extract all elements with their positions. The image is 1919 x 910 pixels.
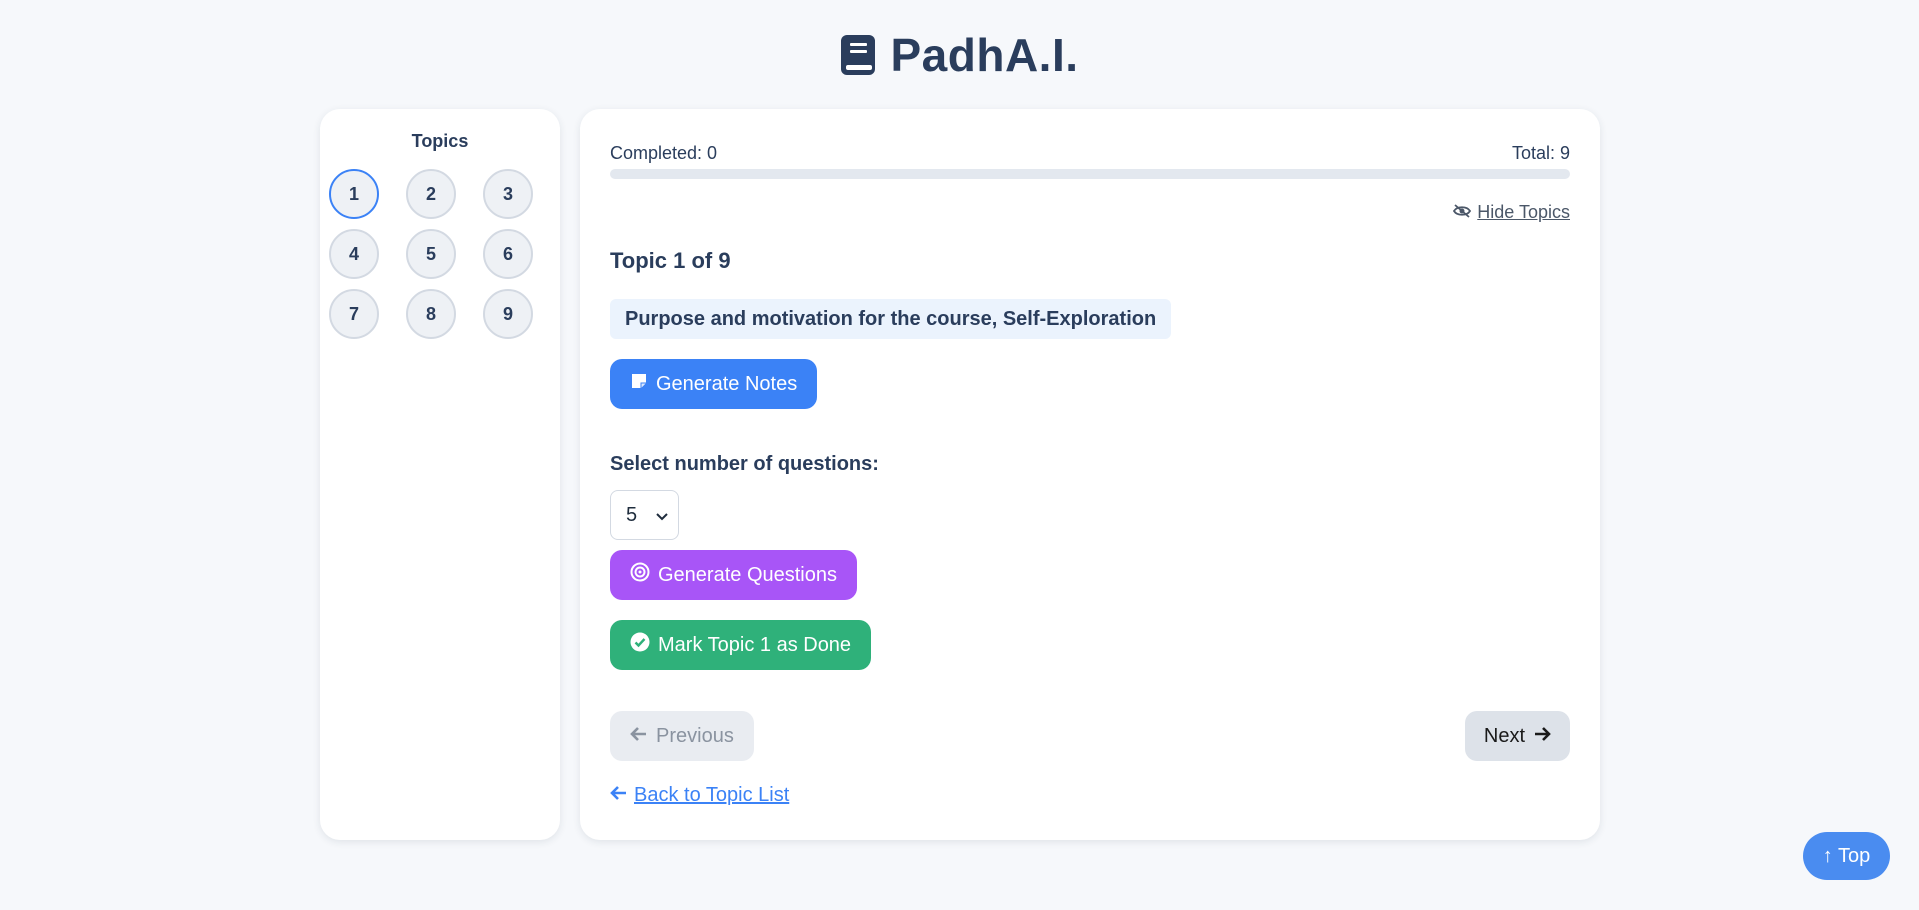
app-header: PadhA.I. [0,28,1919,82]
arrow-right-icon [1533,725,1551,748]
topic-card: Completed: 0 Total: 9 Hide Topics Topic … [580,109,1600,840]
generate-notes-button[interactable]: Generate Notes [610,359,818,409]
back-to-topic-list-link[interactable]: Back to Topic List [610,784,789,807]
mark-done-button[interactable]: Mark Topic 1 as Done [610,620,872,670]
topic-button-1[interactable]: 1 [329,169,379,219]
topic-button-5[interactable]: 5 [406,229,456,279]
topic-button-6[interactable]: 6 [483,229,533,279]
hide-topics-label: Hide Topics [1477,202,1570,222]
topic-button-4[interactable]: 4 [329,229,379,279]
generate-questions-button[interactable]: Generate Questions [610,550,857,600]
scroll-top-button[interactable]: ↑ Top [1803,832,1890,880]
sticky-note-icon [630,372,648,396]
check-circle-icon [630,632,650,658]
generate-questions-label: Generate Questions [658,563,837,586]
target-icon [630,562,650,588]
eye-slash-icon [1453,202,1472,223]
book-icon [840,33,876,77]
next-label: Next [1483,724,1525,747]
question-count-label: Select number of questions: [610,453,879,475]
sidebar-title: Topics [411,131,469,151]
app-title: PadhA.I. [890,29,1079,81]
next-button[interactable]: Next [1464,711,1570,761]
topic-title: Purpose and motivation for the course, S… [610,299,1172,339]
topic-button-8[interactable]: 8 [406,289,456,339]
question-count-value: 5 [626,503,638,526]
arrow-left-icon [610,784,628,807]
previous-button[interactable]: Previous [610,711,754,761]
topics-sidebar: Topics 1 2 3 4 5 6 7 8 9 [320,109,560,840]
topic-grid: 1 2 3 4 5 6 7 8 9 [329,169,533,339]
hide-topics-link[interactable]: Hide Topics [1453,202,1570,223]
topic-counter: Topic 1 of 9 [610,248,731,273]
arrow-left-icon [630,725,648,748]
topic-button-3[interactable]: 3 [483,169,533,219]
generate-notes-label: Generate Notes [656,372,798,395]
completed-count: Completed: 0 [610,143,718,163]
back-link-label: Back to Topic List [634,784,790,806]
topic-button-2[interactable]: 2 [406,169,456,219]
previous-label: Previous [656,724,734,747]
progress-labels: Completed: 0 Total: 9 [610,143,1570,164]
chevron-down-icon [656,504,668,527]
topic-button-9[interactable]: 9 [483,289,533,339]
topic-button-7[interactable]: 7 [329,289,379,339]
total-count: Total: 9 [1511,143,1570,163]
progress-bar [610,169,1570,179]
mark-done-label: Mark Topic 1 as Done [658,633,852,656]
question-count-select[interactable]: 5 [610,490,679,540]
